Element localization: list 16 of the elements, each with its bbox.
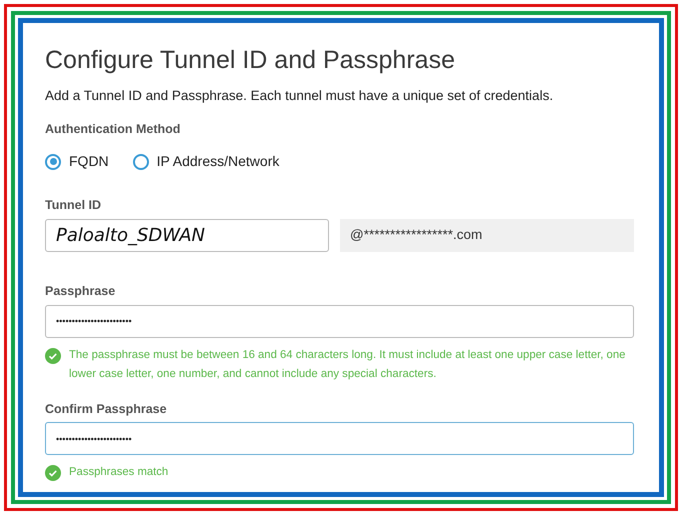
radio-button[interactable]	[45, 154, 61, 170]
help-text: Passphrases match	[69, 465, 168, 480]
help-text: The passphrase must be between 16 and 64 characters long. It must include at least one upper case letter, one lower case letter, one number, and cannot include any special characters.	[69, 348, 626, 382]
page-title: Configure Tunnel ID and Passphrase	[45, 45, 456, 75]
radio-label[interactable]: IP Address/Network	[156, 151, 280, 172]
radio-label[interactable]: FQDN	[69, 151, 109, 172]
field-label: Authentication Method	[45, 121, 182, 138]
domain-suffix: @*****************.com	[340, 218, 634, 252]
description-text: Add a Tunnel ID and Passphrase. Each tunnel must have a unique set of credentials.	[45, 87, 554, 105]
password-field[interactable]: ••••••••••••••••••••••••	[45, 304, 634, 338]
field-label: Confirm Passphrase	[45, 400, 168, 418]
field-label: Passphrase	[45, 282, 116, 300]
password-field[interactable]: ••••••••••••••••••••••••	[45, 422, 634, 456]
field-label: Tunnel ID	[45, 197, 102, 214]
tunnel-id-field[interactable]: Paloalto_SDWAN	[45, 218, 329, 252]
radio-button[interactable]	[132, 154, 149, 170]
